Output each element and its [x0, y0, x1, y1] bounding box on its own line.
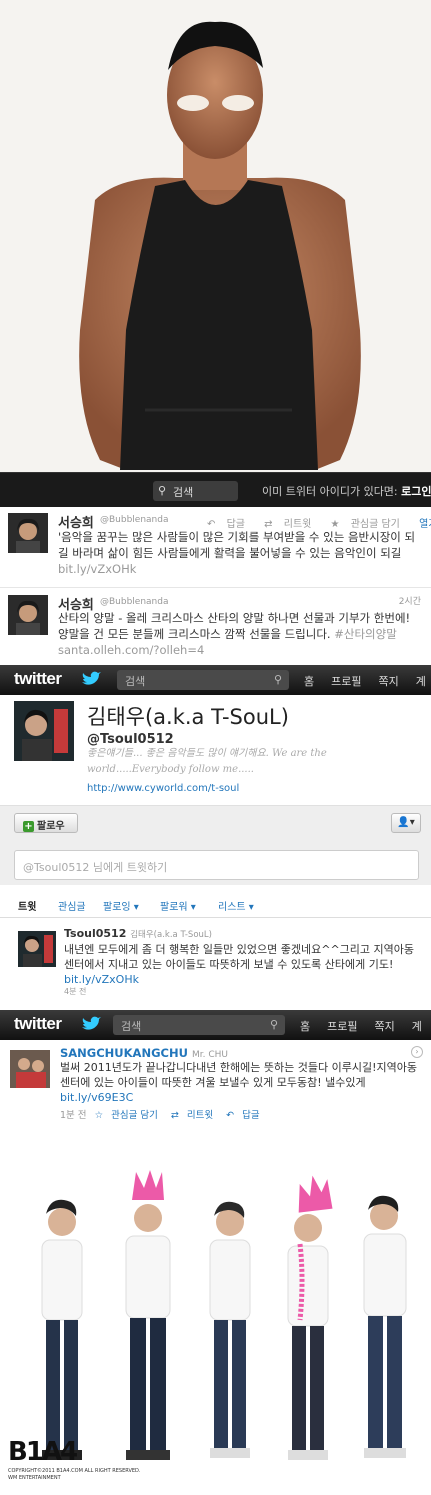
expand-icon[interactable]: ›	[411, 1046, 423, 1058]
avatar[interactable]	[10, 1050, 50, 1088]
profile-avatar[interactable]	[14, 701, 74, 761]
tab-favorites[interactable]: 관심글	[58, 898, 86, 913]
retweet-label: 리트윗	[186, 1110, 214, 1121]
tweet-body: 벌써 2011년도가 끝나갑니다내년 한해에는 뜻하는 것들다 이루시길!지역아…	[60, 1061, 417, 1089]
tweet-item: SANGCHUKANGCHU Mr. CHU › 벌써 2011년도가 끝나갑니…	[0, 1040, 431, 1130]
nav-profile[interactable]: 프로필	[331, 675, 361, 688]
reply-action[interactable]: ↶ 답글	[226, 1110, 264, 1121]
nav-home[interactable]: 홈	[304, 675, 314, 688]
twitter-topbar: twitter 검색 ⚲ 홈 프로필 쪽지 계	[0, 665, 431, 695]
tweet-author-handle: SANGCHUKANGCHU	[60, 1046, 188, 1060]
twitter-logo[interactable]: twitter	[14, 669, 62, 689]
tweet-link[interactable]: bit.ly/vZxOHk	[64, 973, 139, 986]
tweet-time[interactable]: 4분 전	[64, 986, 86, 997]
profile-bio: 좋은얘기들... 좋은 음악들도 많이 얘기해요. We are the wor…	[87, 748, 327, 775]
twitter-topbar: twitter 검색 ⚲ 홈 프로필 쪽지 계	[0, 1010, 431, 1040]
profile-name: 김태우(a.k.a T-SouL)	[87, 705, 289, 729]
star-icon: ☆	[94, 1110, 104, 1121]
tab-lists[interactable]: 리스트 ▾	[218, 898, 254, 913]
tweet-author-handle[interactable]: @Bubblenanda	[100, 515, 169, 525]
follow-label: 팔로우	[37, 821, 65, 832]
tweet-text: 내년엔 모두에게 좀 더 행복한 일들만 있었으면 좋겠네요^^그리고 지역아동…	[64, 942, 420, 987]
tweet-to-input[interactable]: @Tsoul0512 님에게 트윗하기	[14, 850, 419, 880]
nav-home[interactable]: 홈	[300, 1020, 310, 1033]
tweet-text: 산타의 양말 - 올레 크리스마스 산타의 양말 하나면 선물과 기부가 한번에…	[58, 610, 424, 658]
user-menu-button[interactable]: 👤▾	[391, 813, 421, 833]
search-icon: ⚲	[269, 1018, 278, 1031]
tab-tweets[interactable]: 트윗	[18, 898, 36, 913]
tweet-actions: ↶ 답글 ⇄ 리트윗 ★ 관심글 담기 열기	[207, 515, 431, 530]
top-nav: 홈 프로필 쪽지 계	[300, 1018, 431, 1034]
follow-button[interactable]: + 팔로우	[14, 813, 78, 833]
avatar[interactable]	[8, 513, 48, 553]
retweet-icon: ⇄	[170, 1110, 179, 1121]
b1a4-logo: B1A4	[8, 1437, 78, 1467]
divider	[0, 587, 431, 588]
reply-icon: ↶	[226, 1110, 235, 1121]
favorite-label: 관심글 담기	[111, 1110, 158, 1121]
avatar[interactable]	[18, 931, 56, 967]
tweet-author-handle[interactable]: @Bubblenanda	[100, 597, 169, 607]
tweet-item: 서승희 @Bubblenanda ↶ 답글 ⇄ 리트윗 ★ 관심글 담기 열기 …	[0, 507, 431, 587]
profile-page: 김태우(a.k.a T-SouL) @Tsoul0512 좋은얘기들... 좋은…	[0, 695, 431, 1018]
search-placeholder: 검색	[125, 675, 146, 688]
tweet-time[interactable]: 1분 전	[60, 1110, 87, 1121]
tweet-list: 서승희 @Bubblenanda ↶ 답글 ⇄ 리트윗 ★ 관심글 담기 열기 …	[0, 507, 431, 665]
nav-account[interactable]: 계	[412, 1020, 422, 1033]
tweet-author-name: Mr. CHU	[191, 1050, 228, 1060]
tweet-text: 벌써 2011년도가 끝나갑니다내년 한해에는 뜻하는 것들다 이루시길!지역아…	[60, 1060, 422, 1105]
favorite-action[interactable]: ☆ 관심글 담기	[95, 1110, 163, 1121]
tab-followers[interactable]: 팔로워 ▾	[160, 898, 196, 913]
profile-url[interactable]: http://www.cyworld.com/t-soul	[87, 783, 239, 794]
plus-icon: +	[23, 821, 34, 832]
tweet-link[interactable]: bit.ly/vZxOHk	[58, 562, 136, 576]
search-input[interactable]: ⚲ 검색	[153, 481, 238, 501]
copyright-text: COPYRIGHT©2011 B1A4.COM ALL RIGHT RESERV…	[8, 1468, 141, 1474]
tweet-author-name: 김태우(a.k.a T-SouL)	[130, 930, 212, 940]
tweet-body: '음악을 꿈꾸는 많은 사람들이 많은 기회를 부여받을 수 있는 음반시장이 …	[58, 530, 416, 560]
tweet-text: '음악을 꿈꾸는 많은 사람들이 많은 기회를 부여받을 수 있는 음반시장이 …	[58, 529, 424, 577]
nav-account[interactable]: 계	[416, 675, 426, 688]
retweet-action[interactable]: ⇄ 리트윗	[171, 1110, 218, 1121]
photo-b1a4-group: B1A4 COPYRIGHT©2011 B1A4.COM ALL RIGHT R…	[0, 1130, 431, 1495]
search-icon: ⚲	[273, 673, 282, 686]
search-placeholder: 검색	[173, 486, 194, 499]
tweet-body: 내년엔 모두에게 좀 더 행복한 일들만 있었으면 좋겠네요^^그리고 지역아동…	[64, 943, 415, 971]
tweet-author[interactable]: SANGCHUKANGCHU Mr. CHU	[60, 1046, 228, 1060]
bird-icon	[82, 671, 101, 685]
profile-tabs: 트윗 관심글 팔로잉 ▾ 팔로워 ▾ 리스트 ▾	[0, 894, 431, 918]
login-question: 이미 트위터 아이디가 있다면:	[262, 485, 398, 498]
tweet-hashtag[interactable]: #산타의양말	[334, 627, 397, 641]
bird-icon	[82, 1016, 101, 1030]
nav-messages[interactable]: 쪽지	[379, 675, 399, 688]
tweet-author[interactable]: Tsoul0512 김태우(a.k.a T-SouL)	[64, 927, 212, 940]
avatar[interactable]	[8, 595, 48, 635]
nav-profile[interactable]: 프로필	[327, 1020, 357, 1033]
photo-tsoul	[0, 0, 431, 472]
tweet-link[interactable]: bit.ly/v69E3C	[60, 1091, 133, 1104]
company-text: WM ENTERTAINMENT	[8, 1475, 61, 1481]
top-nav: 홈 프로필 쪽지 계	[304, 673, 431, 689]
search-placeholder: 검색	[121, 1020, 142, 1033]
tweet-link[interactable]: santa.olleh.com/?olleh=4	[58, 643, 204, 657]
user-icon: 👤▾	[397, 817, 415, 828]
search-icon: ⚲	[158, 484, 167, 497]
tab-following[interactable]: 팔로잉 ▾	[103, 898, 139, 913]
reply-label: 답글	[242, 1110, 260, 1121]
search-input[interactable]: 검색 ⚲	[117, 670, 289, 690]
profile-handle: @Tsoul0512	[87, 732, 174, 747]
top-search-bar: ⚲ 검색 이미 트위터 아이디가 있다면: 로그인	[0, 472, 431, 507]
tweet-author-handle: Tsoul0512	[64, 927, 127, 940]
login-prompt: 이미 트위터 아이디가 있다면: 로그인	[262, 483, 431, 499]
follow-panel: + 팔로우 👤▾ @Tsoul0512 님에게 트윗하기	[0, 805, 431, 885]
twitter-logo[interactable]: twitter	[14, 1014, 62, 1034]
nav-messages[interactable]: 쪽지	[375, 1020, 395, 1033]
tweet-item: 서승희 @Bubblenanda 2시간 산타의 양말 - 올레 크리스마스 산…	[0, 589, 431, 665]
tweet-meta: 1분 전 ☆ 관심글 담기 ⇄ 리트윗 ↶ 답글	[60, 1107, 270, 1121]
search-input[interactable]: 검색 ⚲	[113, 1015, 285, 1035]
tweet-time[interactable]: 2시간	[399, 594, 421, 607]
login-link[interactable]: 로그인	[401, 485, 431, 498]
